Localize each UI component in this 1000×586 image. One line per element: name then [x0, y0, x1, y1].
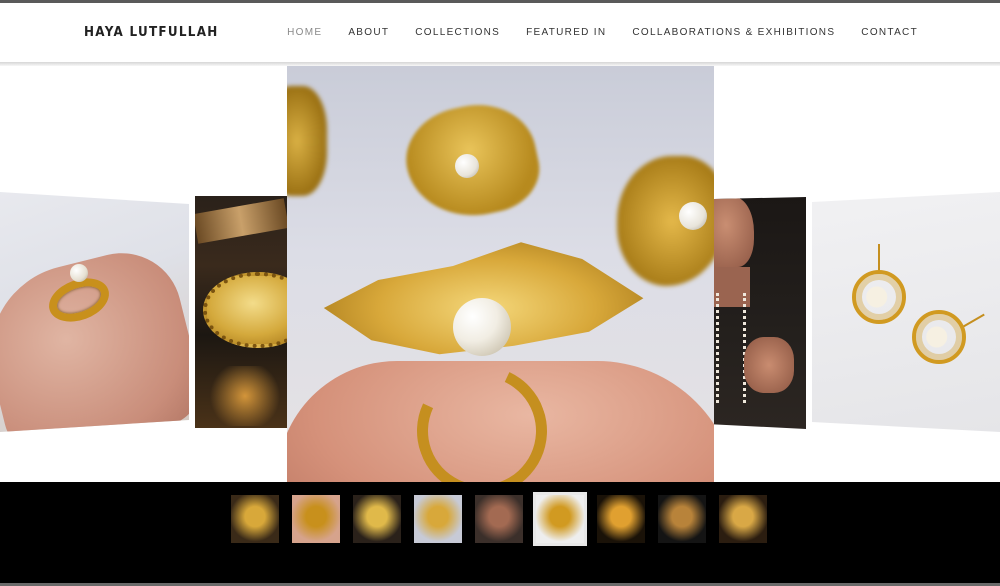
gallery-thumbnail[interactable]: [231, 495, 279, 543]
image-carousel: [0, 66, 1000, 482]
carousel-slide-ring-on-hand[interactable]: [0, 192, 189, 432]
gallery-thumbnail[interactable]: [353, 495, 401, 543]
thumbnail-strip: [0, 482, 1000, 583]
site-header: HAYA LUTFULLAH HOME ABOUT COLLECTIONS FE…: [0, 3, 1000, 63]
carousel-slide-main-pearl-ring[interactable]: [287, 66, 714, 482]
gallery-thumbnail[interactable]: [475, 495, 523, 543]
gallery-thumbnail[interactable]: [597, 495, 645, 543]
nav-collaborations-exhibitions[interactable]: COLLABORATIONS & EXHIBITIONS: [632, 27, 835, 38]
thumbnail-list: [231, 492, 767, 546]
nav-home[interactable]: HOME: [287, 27, 322, 38]
nav-contact[interactable]: CONTACT: [861, 27, 918, 38]
main-nav: HOME ABOUT COLLECTIONS FEATURED IN COLLA…: [287, 27, 918, 38]
gallery-thumbnail[interactable]: [292, 495, 340, 543]
gallery-thumbnail[interactable]: [533, 492, 587, 546]
carousel-slide-gold-coin[interactable]: [195, 196, 287, 428]
nav-collections[interactable]: COLLECTIONS: [415, 27, 500, 38]
nav-about[interactable]: ABOUT: [348, 27, 389, 38]
carousel-slide-model-necklace[interactable]: [714, 197, 806, 429]
gallery-thumbnail[interactable]: [719, 495, 767, 543]
gallery-thumbnail[interactable]: [658, 495, 706, 543]
nav-featured-in[interactable]: FEATURED IN: [526, 27, 606, 38]
site-logo[interactable]: HAYA LUTFULLAH: [84, 25, 219, 40]
gallery-thumbnail[interactable]: [414, 495, 462, 543]
carousel-slide-gold-studs[interactable]: [812, 192, 1000, 432]
